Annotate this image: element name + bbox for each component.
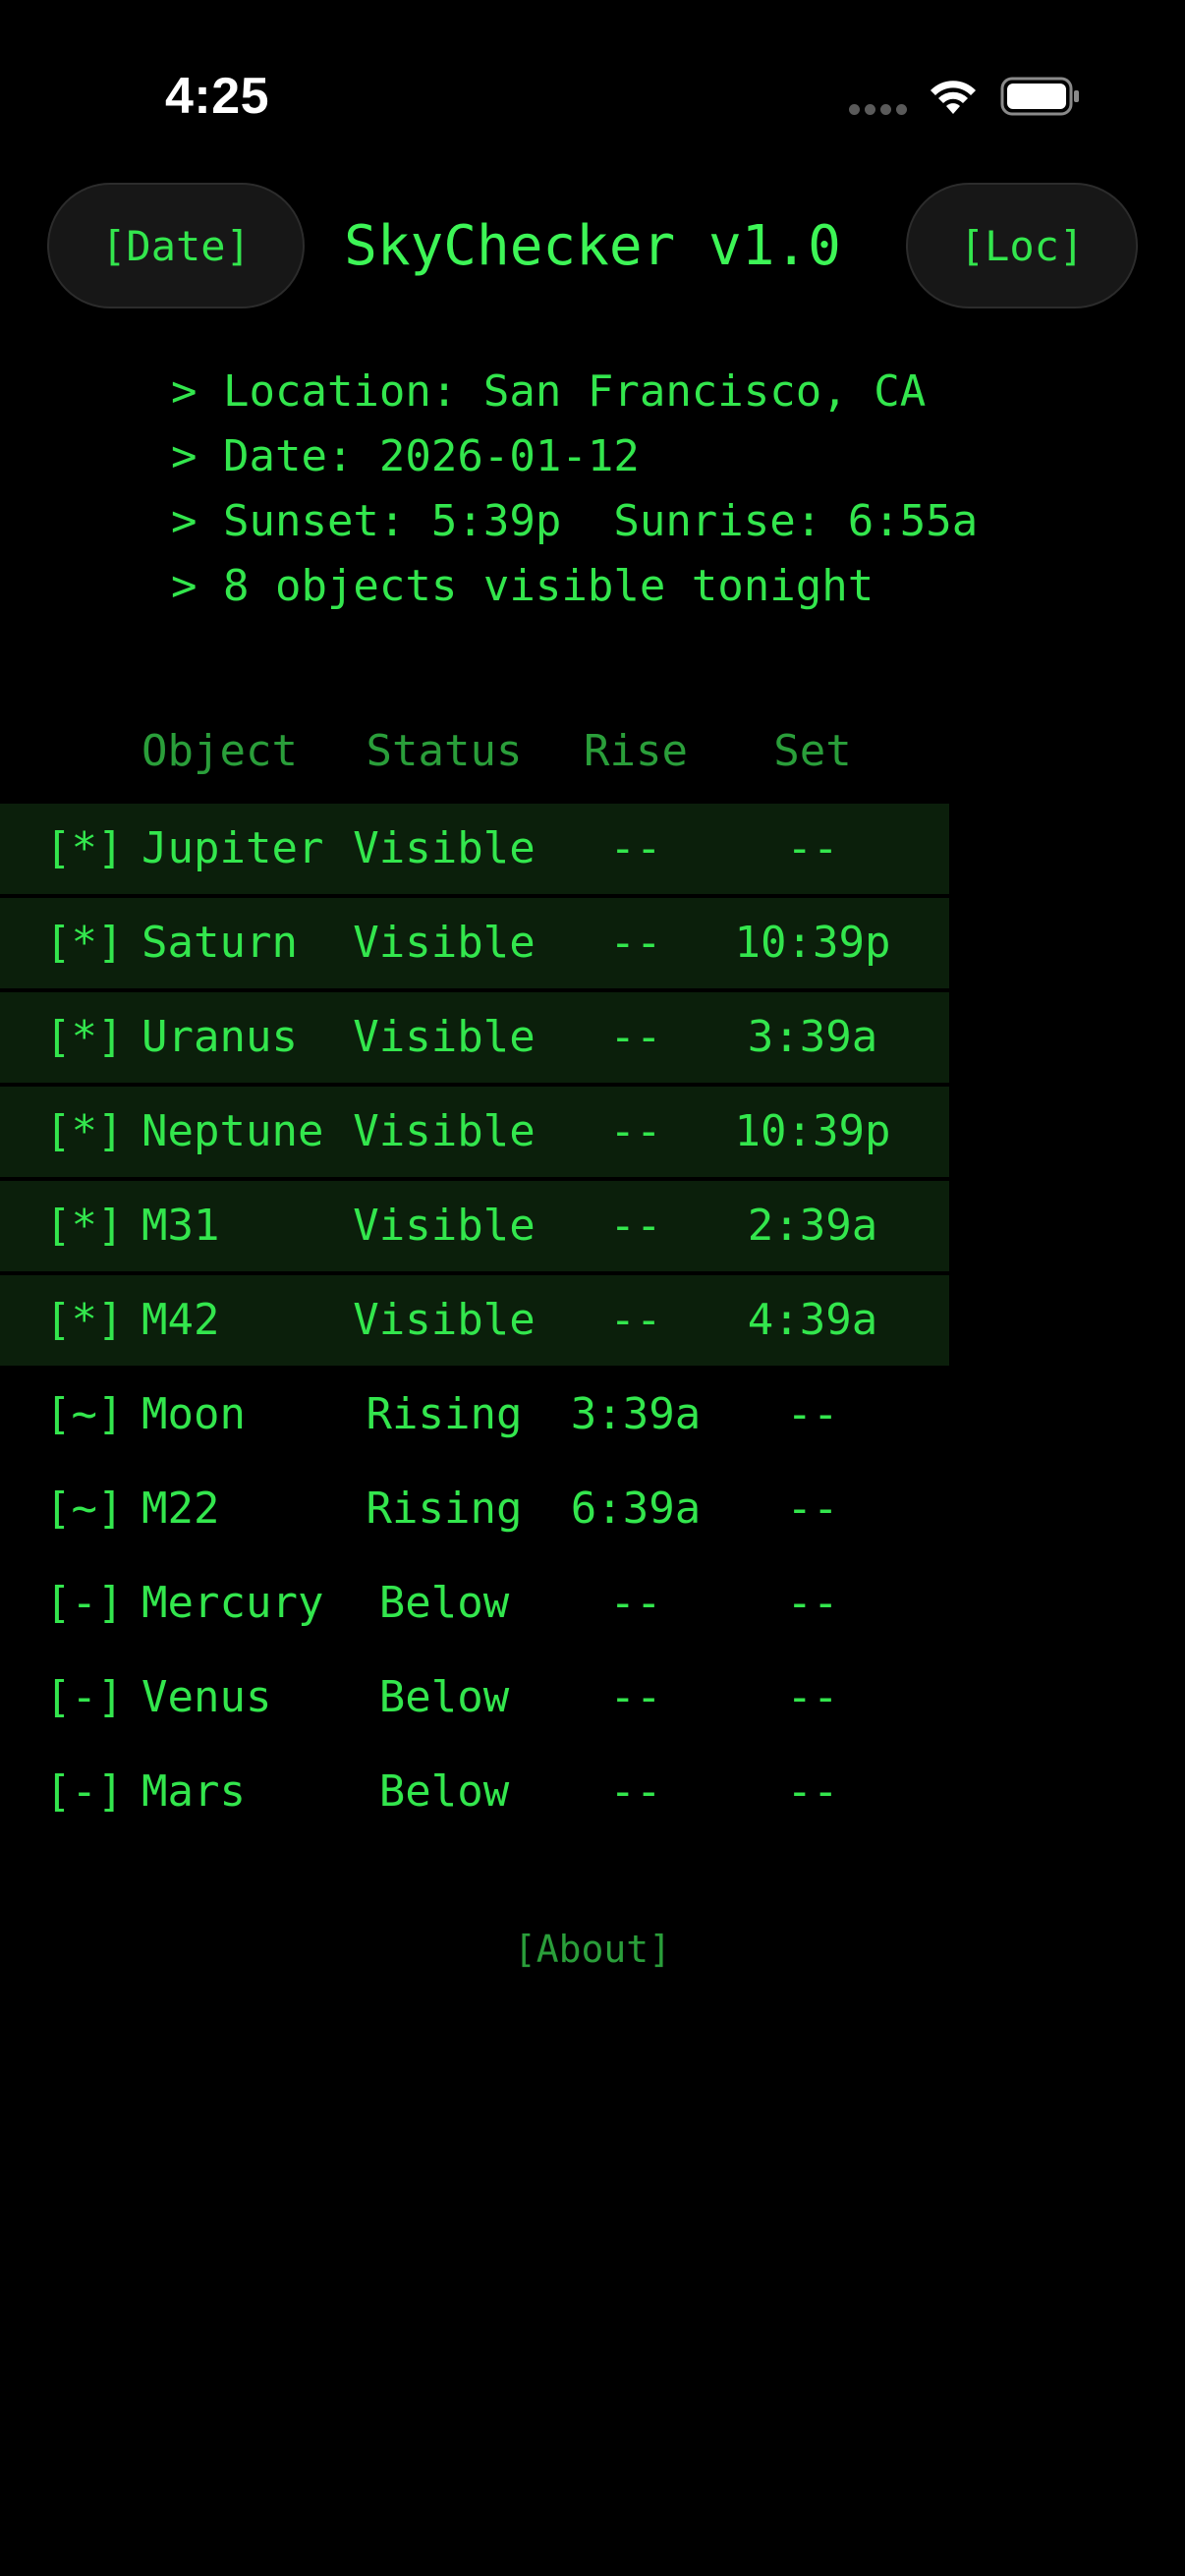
location-button[interactable]: [Loc] — [906, 183, 1138, 308]
status-marker: [*] — [45, 918, 124, 968]
table-row[interactable]: [*] M42 Visible -- 4:39a — [0, 1275, 949, 1366]
status-marker: [-] — [45, 1578, 124, 1628]
object-status: Rising — [366, 1389, 523, 1439]
rise-time: -- — [609, 1672, 662, 1722]
status-marker: [~] — [45, 1484, 124, 1534]
set-time: 3:39a — [747, 1012, 878, 1062]
object-status: Visible — [353, 1106, 536, 1156]
set-time: 10:39p — [734, 918, 891, 968]
rise-time: -- — [609, 823, 662, 873]
status-marker: [*] — [45, 1295, 124, 1345]
column-header-object: Object — [141, 726, 298, 776]
status-marker: [~] — [45, 1389, 124, 1439]
table-row[interactable]: [*] M31 Visible -- 2:39a — [0, 1181, 949, 1271]
set-time: -- — [786, 1578, 839, 1628]
rise-time: -- — [609, 1295, 662, 1345]
location-line: > Location: San Francisco, CA — [171, 366, 927, 417]
object-name: M31 — [141, 1201, 220, 1251]
column-header-status: Status — [366, 726, 523, 776]
table-row[interactable]: [*] Neptune Visible -- 10:39p — [0, 1087, 949, 1177]
object-name: M22 — [141, 1484, 220, 1534]
column-header-set: Set — [773, 726, 852, 776]
object-status: Visible — [353, 918, 536, 968]
set-time: 4:39a — [747, 1295, 878, 1345]
rise-time: 6:39a — [570, 1484, 702, 1534]
date-button[interactable]: [Date] — [47, 183, 305, 308]
object-status: Visible — [353, 1201, 536, 1251]
object-name: Mercury — [141, 1578, 324, 1628]
status-marker: [*] — [45, 1106, 124, 1156]
rise-time: -- — [609, 1766, 662, 1817]
table-header: Object Status Rise Set — [0, 717, 1185, 804]
set-time: -- — [786, 823, 839, 873]
visible-count-line: > 8 objects visible tonight — [171, 561, 875, 611]
object-name: Neptune — [141, 1106, 324, 1156]
table-row[interactable]: [~] Moon Rising 3:39a -- — [0, 1370, 1185, 1460]
objects-table: Object Status Rise Set [*] Jupiter Visible… — [0, 717, 1185, 1841]
object-name: Mars — [141, 1766, 246, 1817]
object-status: Rising — [366, 1484, 523, 1534]
status-marker: [-] — [45, 1766, 124, 1817]
object-status: Visible — [353, 823, 536, 873]
object-status: Visible — [353, 1012, 536, 1062]
object-status: Visible — [353, 1295, 536, 1345]
rise-time: -- — [609, 1106, 662, 1156]
rise-time: -- — [609, 918, 662, 968]
rise-time: 3:39a — [570, 1389, 702, 1439]
table-row[interactable]: [-] Mercury Below -- -- — [0, 1558, 1185, 1649]
object-name: Uranus — [141, 1012, 298, 1062]
date-line: > Date: 2026-01-12 — [171, 431, 640, 481]
app-title: SkyChecker v1.0 — [344, 213, 841, 278]
object-status: Below — [378, 1578, 510, 1628]
table-row[interactable]: [~] M22 Rising 6:39a -- — [0, 1464, 1185, 1554]
rise-time: -- — [609, 1201, 662, 1251]
app-header: [Date] SkyChecker v1.0 [Loc] — [0, 183, 1185, 310]
object-name: Moon — [141, 1389, 246, 1439]
object-name: Venus — [141, 1672, 272, 1722]
status-marker: [*] — [45, 1012, 124, 1062]
set-time: -- — [786, 1766, 839, 1817]
set-time: 2:39a — [747, 1201, 878, 1251]
status-marker: [*] — [45, 1201, 124, 1251]
set-time: 10:39p — [734, 1106, 891, 1156]
about-link[interactable]: [About] — [0, 1928, 1185, 1971]
status-bar: 4:25 — [0, 0, 1185, 196]
rise-time: -- — [609, 1012, 662, 1062]
wifi-icon — [931, 81, 976, 114]
set-time: -- — [786, 1389, 839, 1439]
set-time: -- — [786, 1672, 839, 1722]
column-header-rise: Rise — [584, 726, 688, 776]
table-row[interactable]: [-] Venus Below -- -- — [0, 1652, 1185, 1743]
object-name: Jupiter — [141, 823, 324, 873]
status-marker: [*] — [45, 823, 124, 873]
object-name: M42 — [141, 1295, 220, 1345]
status-time: 4:25 — [165, 68, 270, 125]
table-row[interactable]: [*] Saturn Visible -- 10:39p — [0, 898, 949, 988]
object-status: Below — [378, 1766, 510, 1817]
object-name: Saturn — [141, 918, 298, 968]
table-body: [*] Jupiter Visible -- -- [*] Saturn Visible -- 1… — [0, 804, 1185, 1837]
table-row[interactable]: [*] Uranus Visible -- 3:39a — [0, 992, 949, 1083]
status-marker: [-] — [45, 1672, 124, 1722]
set-time: -- — [786, 1484, 839, 1534]
cellular-signal-icon — [849, 104, 908, 116]
object-status: Below — [378, 1672, 510, 1722]
table-row[interactable]: [-] Mars Below -- -- — [0, 1747, 1185, 1837]
battery-icon — [1000, 77, 1079, 116]
rise-time: -- — [609, 1578, 662, 1628]
sun-times-line: > Sunset: 5:39p Sunrise: 6:55a — [171, 496, 979, 546]
table-row[interactable]: [*] Jupiter Visible -- -- — [0, 804, 949, 894]
info-block: > Location: San Francisco, CA > Date: 20… — [171, 360, 978, 619]
